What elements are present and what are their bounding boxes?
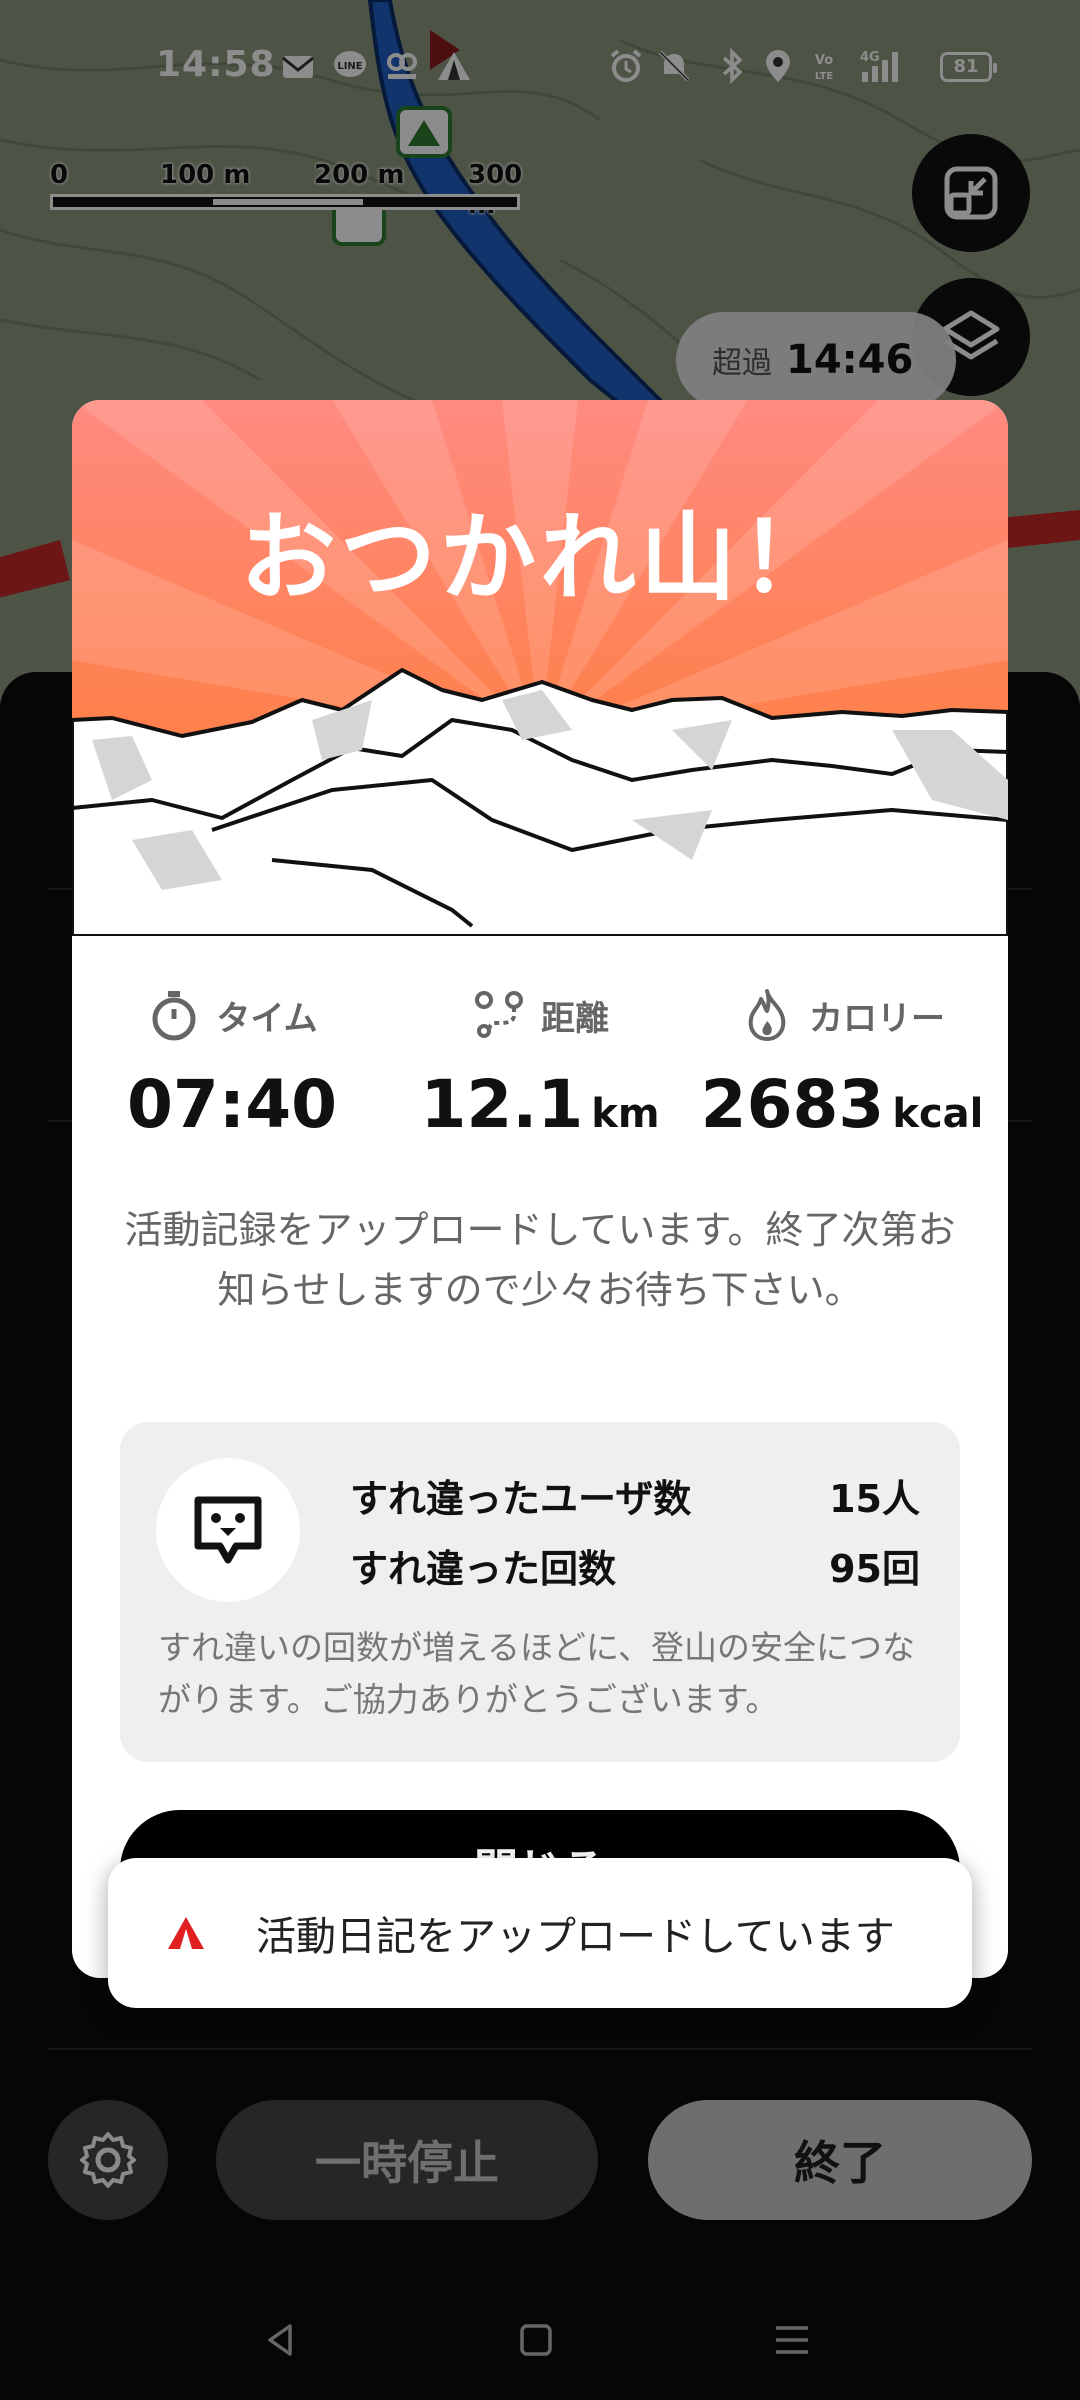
passing-count-label: すれ違った回数: [350, 1547, 617, 1591]
hero-banner: おつかれ山！: [72, 400, 1008, 938]
stat-distance-label: 距離: [541, 998, 609, 1039]
end-button[interactable]: 終了: [648, 2100, 1032, 2220]
activity-stats: タイム 07:40 距離 12.1 km カロリー 2683 kcal: [72, 980, 1008, 1150]
stopwatch-icon: [152, 991, 196, 1041]
modal-title: おつかれ山！: [240, 502, 840, 614]
smiley-speech-icon: [194, 1496, 262, 1564]
stat-calories-value: 2683: [700, 1066, 885, 1143]
system-nav-bar: [0, 2280, 1080, 2400]
stat-distance-unit: km: [591, 1091, 660, 1137]
passing-count-row: すれ違った回数 95回: [350, 1538, 920, 1593]
stat-calories-label: カロリー: [809, 998, 945, 1039]
passing-users-value: 15人: [829, 1477, 920, 1521]
home-square-icon: [520, 2324, 552, 2356]
yamap-logo-icon: [168, 1917, 204, 1949]
stat-time: タイム 07:40: [82, 980, 382, 1143]
nav-back-button[interactable]: [250, 2310, 310, 2370]
stat-calories-unit: kcal: [892, 1091, 984, 1137]
stat-time-label: タイム: [216, 998, 318, 1039]
nav-home-button[interactable]: [506, 2310, 566, 2370]
passing-users-label: すれ違ったユーザ数: [350, 1477, 692, 1521]
pause-button[interactable]: 一時停止: [216, 2100, 598, 2220]
completion-modal: おつかれ山！ タイム 07:40 距離 12.1 km カロリー 2683 kc…: [72, 400, 1008, 1978]
settings-button[interactable]: [48, 2100, 168, 2220]
passing-info-box: すれ違ったユーザ数 15人 すれ違った回数 95回 すれ違いの回数が増えるほどに…: [120, 1422, 960, 1762]
passing-note: すれ違いの回数が増えるほどに、登山の安全につながります。ご協力ありがとうございま…: [158, 1628, 916, 1719]
stat-distance-value: 12.1: [420, 1066, 584, 1143]
stat-calories: カロリー 2683 kcal: [692, 980, 992, 1143]
back-triangle-icon: [268, 2324, 292, 2356]
stat-distance: 距離 12.1 km: [390, 980, 690, 1143]
route-icon: [475, 991, 523, 1038]
passing-users-row: すれ違ったユーザ数 15人: [350, 1468, 920, 1523]
toast-text: 活動日記をアップロードしています: [256, 1914, 895, 1960]
flame-icon: [748, 989, 786, 1041]
passing-avatar: [156, 1458, 300, 1602]
upload-message: 活動記録をアップロードしています。終了次第お知らせしますので少々お待ち下さい。: [124, 1208, 956, 1312]
stat-time-value: 07:40: [126, 1066, 338, 1143]
nav-menu-button[interactable]: [762, 2310, 822, 2370]
passing-count-value: 95回: [829, 1547, 920, 1591]
menu-lines-icon: [776, 2326, 808, 2354]
gear-icon: [80, 2132, 136, 2188]
upload-toast: 活動日記をアップロードしています: [108, 1858, 972, 2008]
